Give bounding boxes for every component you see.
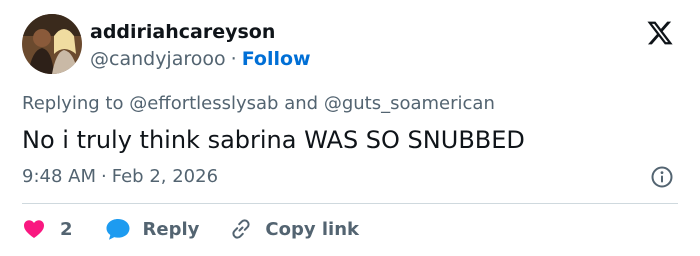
replying-conjunction: and [284, 93, 319, 114]
tweet-time[interactable]: 9:48 AM [22, 166, 96, 187]
x-logo-icon[interactable] [646, 19, 674, 47]
tweet-text: No i truly think sabrina WAS SO SNUBBED [22, 126, 525, 154]
handle-row: @candyjarooo · Follow [90, 47, 311, 71]
like-button[interactable]: 2 [22, 217, 105, 241]
like-count: 2 [60, 218, 73, 240]
info-icon[interactable] [650, 165, 674, 189]
reply-button[interactable]: Reply [105, 217, 230, 241]
mention-link[interactable]: @guts_soamerican [324, 93, 495, 114]
action-bar: 2 Reply Copy link [22, 214, 359, 244]
copy-link-button[interactable]: Copy link [229, 217, 359, 241]
avatar[interactable] [22, 14, 82, 74]
reply-context: Replying to @effortlesslysab and @guts_s… [22, 92, 495, 116]
timestamp[interactable]: 9:48 AM · Feb 2, 2026 [22, 165, 218, 189]
tweet-date[interactable]: Feb 2, 2026 [112, 166, 218, 187]
tweet-card: addiriahcareyson @candyjarooo · Follow Rep… [0, 0, 700, 256]
link-icon [232, 219, 250, 239]
mention-link[interactable]: @effortlesslysab [129, 93, 278, 114]
divider [22, 203, 678, 204]
display-name[interactable]: addiriahcareyson [90, 20, 275, 44]
follow-button[interactable]: Follow [242, 48, 311, 70]
copy-link-label: Copy link [265, 218, 359, 240]
speech-bubble-icon [106, 219, 130, 240]
reply-label: Reply [142, 218, 200, 240]
heart-icon [24, 220, 44, 238]
separator-dot: · [230, 48, 237, 70]
replying-prefix: Replying to [22, 93, 124, 114]
user-handle[interactable]: @candyjarooo [90, 48, 226, 70]
separator-dot: · [101, 166, 107, 187]
